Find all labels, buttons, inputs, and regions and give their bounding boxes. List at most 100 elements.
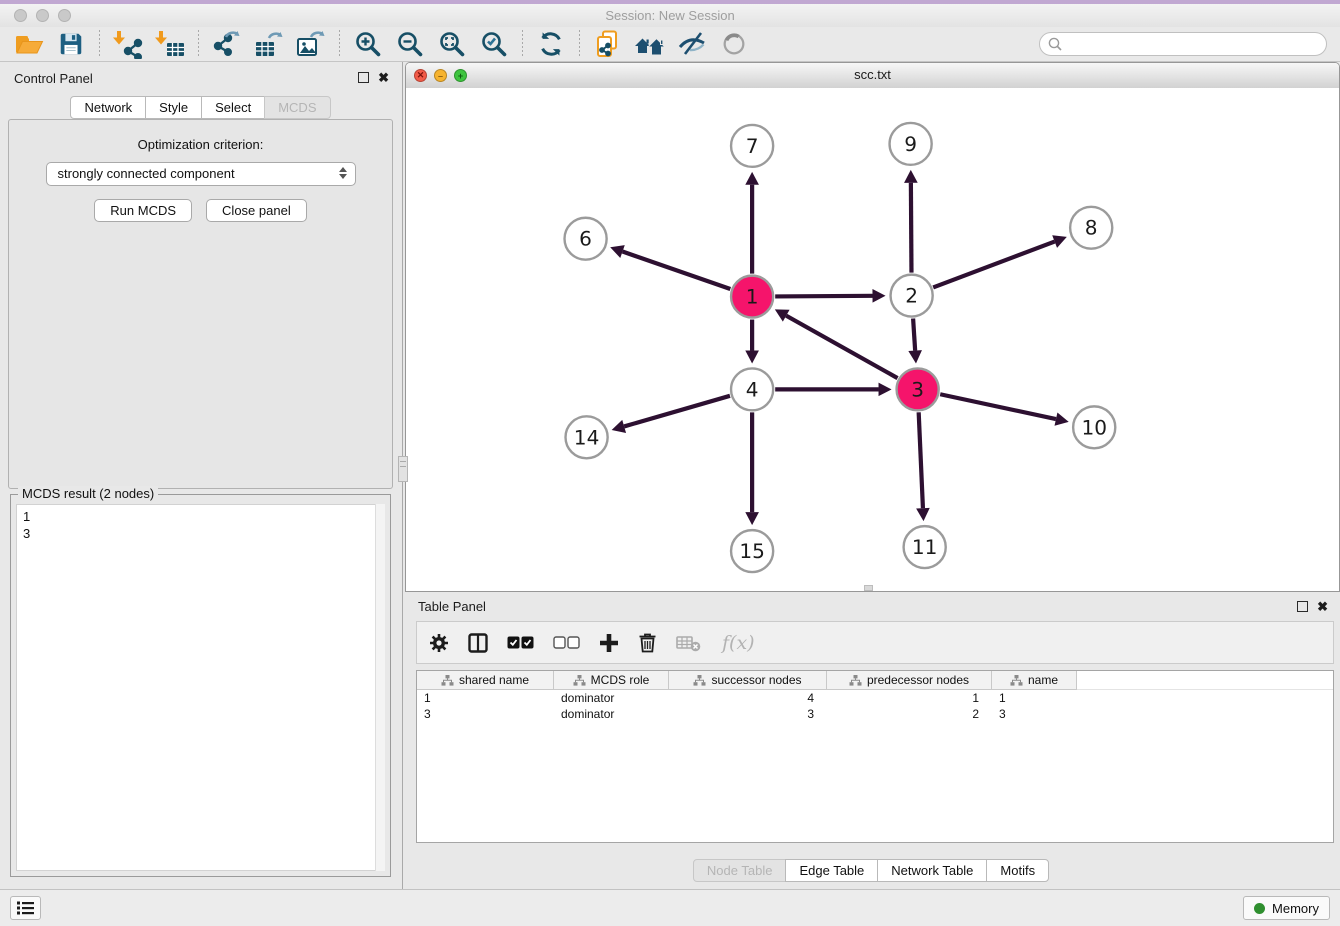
hide-graphics-details-button[interactable] [676,28,708,60]
graph-node-15[interactable]: 15 [731,530,773,572]
zoom-out-button[interactable] [394,28,426,60]
graph-node-8[interactable]: 8 [1070,207,1112,249]
graph-node-14[interactable]: 14 [566,416,608,458]
export-image-button[interactable] [295,28,327,60]
tab-mcds[interactable]: MCDS [264,96,330,119]
edge-arrowhead-1-4 [745,350,759,363]
edge-3-1[interactable] [786,316,897,378]
zoom-in-button[interactable] [352,28,384,60]
cell-name[interactable]: 3 [992,706,1077,722]
cell-shared-name[interactable]: 1 [417,690,554,706]
mcds-result-text[interactable]: 1 3 [16,504,385,871]
duplicate-network-button[interactable] [592,28,624,60]
float-panel-icon[interactable] [358,72,369,83]
optimization-criterion-select[interactable]: strongly connected component [46,162,356,186]
deselect-all-icon [553,636,580,649]
edge-2-8[interactable] [933,242,1054,288]
edge-2-3[interactable] [913,318,915,350]
delete-row-button[interactable] [638,632,657,653]
tab-network[interactable]: Network [70,96,146,119]
cell-successor-nodes[interactable]: 3 [669,706,827,722]
cell-mcds-role[interactable]: dominator [554,690,669,706]
tab-select[interactable]: Select [201,96,265,119]
cell-shared-name[interactable]: 3 [417,706,554,722]
network-canvas[interactable]: 1 2 3 4 6 7 8 9 10 11 14 15 [406,88,1339,591]
tab-edge-table[interactable]: Edge Table [785,859,878,882]
delete-table-button[interactable] [676,634,701,652]
graph-node-11[interactable]: 11 [904,526,946,568]
panel-divider-handle[interactable] [398,456,408,482]
close-panel-button[interactable]: Close panel [206,199,307,222]
column-header-shared-name[interactable]: shared name [417,671,554,690]
cell-mcds-role[interactable]: dominator [554,706,669,722]
task-history-button[interactable] [10,896,41,920]
open-session-button[interactable] [13,28,45,60]
tab-style[interactable]: Style [145,96,202,119]
function-builder-button[interactable]: f(x) [722,632,755,654]
zoom-selected-button[interactable] [478,28,510,60]
deselect-all-button[interactable] [553,636,580,649]
cell-predecessor-nodes[interactable]: 2 [827,706,992,722]
graph-node-1[interactable]: 1 [731,276,773,318]
edge-3-10[interactable] [940,394,1056,419]
graph-node-9[interactable]: 9 [890,123,932,165]
graph-node-7[interactable]: 7 [731,125,773,167]
node-table-row[interactable]: 3dominator323 [417,706,1333,722]
network-close-button[interactable]: ✕ [414,69,427,82]
import-table-button[interactable] [154,28,186,60]
node-label: 4 [746,377,759,401]
edge-1-2[interactable] [775,296,872,297]
tab-network-table[interactable]: Network Table [877,859,987,882]
edge-4-14[interactable] [624,396,730,427]
cell-predecessor-nodes[interactable]: 1 [827,690,992,706]
close-panel-icon[interactable]: ✖ [378,72,389,83]
columns-icon [468,633,488,653]
node-table-row[interactable]: 1dominator411 [417,690,1333,706]
cell-successor-nodes[interactable]: 4 [669,690,827,706]
column-header-successor-nodes[interactable]: successor nodes [669,671,827,690]
network-zoom-button[interactable]: + [454,69,467,82]
zoom-fit-button[interactable] [436,28,468,60]
network-minimize-button[interactable]: – [434,69,447,82]
network-window-titlebar[interactable]: ✕ – + scc.txt [406,63,1339,89]
edge-3-11[interactable] [919,412,923,508]
memory-button[interactable]: Memory [1243,896,1330,920]
graph-node-3[interactable]: 3 [897,368,939,410]
result-scrollbar[interactable] [375,504,385,871]
table-settings-button[interactable] [429,633,449,653]
graph-node-2[interactable]: 2 [891,275,933,317]
network-graph[interactable]: 1 2 3 4 6 7 8 9 10 11 14 15 [406,88,1339,591]
tab-node-table[interactable]: Node Table [693,859,787,882]
edge-1-6[interactable] [623,252,731,289]
tab-motifs[interactable]: Motifs [986,859,1049,882]
graph-node-6[interactable]: 6 [565,218,607,260]
edge-arrowhead-2-3 [908,350,922,363]
export-table-button[interactable] [253,28,285,60]
column-header-mcds-role[interactable]: MCDS role [554,671,669,690]
run-mcds-button[interactable]: Run MCDS [94,199,192,222]
float-panel-icon[interactable] [1297,601,1308,612]
show-graphics-details-button[interactable] [718,28,750,60]
edge-2-9[interactable] [911,183,912,273]
toolbar-separator [522,30,523,58]
cell-name[interactable]: 1 [992,690,1077,706]
close-panel-icon[interactable]: ✖ [1317,601,1328,612]
canvas-resize-handle[interactable] [864,585,873,591]
edge-arrowhead-2-9 [904,170,918,183]
select-all-button[interactable] [507,636,534,649]
show-columns-button[interactable] [468,633,488,653]
add-row-button[interactable] [599,633,619,653]
column-header-name[interactable]: name [992,671,1077,690]
home-button[interactable] [634,28,666,60]
save-session-button[interactable] [55,28,87,60]
export-network-button[interactable] [211,28,243,60]
graph-node-10[interactable]: 10 [1073,406,1115,448]
search-icon [1048,37,1062,51]
import-network-button[interactable] [112,28,144,60]
show-details-eye-icon [720,30,748,58]
column-header-predecessor-nodes[interactable]: predecessor nodes [827,671,992,690]
search-input[interactable] [1039,32,1327,56]
optimization-criterion-value: strongly connected component [58,166,235,181]
graph-node-4[interactable]: 4 [731,368,773,410]
apply-layout-button[interactable] [535,28,567,60]
